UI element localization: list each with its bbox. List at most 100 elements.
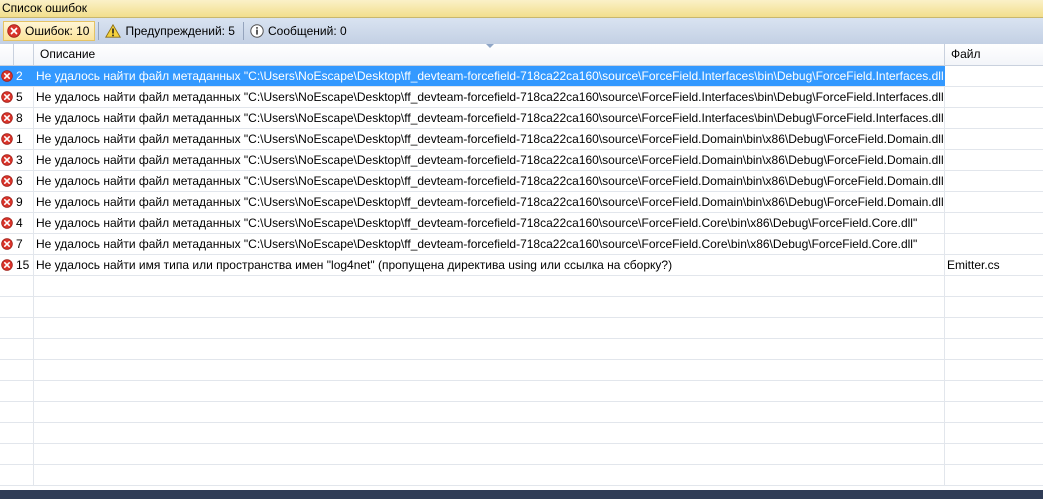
empty-cell [34,297,945,317]
column-header-file[interactable]: Файл [945,44,1043,65]
row-severity [0,213,14,233]
info-icon [250,24,264,38]
row-description: Не удалось найти файл метаданных "C:\Use… [34,108,945,128]
messages-filter-label: Сообщений: 0 [267,24,347,38]
row-file [945,66,1043,86]
empty-cell [34,444,945,464]
empty-cell [34,381,945,401]
column-header-icon[interactable] [0,44,14,65]
error-icon [7,24,21,38]
empty-cell [14,381,34,401]
row-description: Не удалось найти файл метаданных "C:\Use… [34,66,945,86]
toolbar-separator [242,22,244,40]
empty-cell [14,339,34,359]
error-icon [1,259,13,271]
table-row[interactable]: 1 Не удалось найти файл метаданных "C:\Us… [0,129,1043,150]
row-description: Не удалось найти файл метаданных "C:\Use… [34,234,945,254]
row-severity [0,150,14,170]
row-number: 9 [14,192,34,212]
column-header-description-label: Описание [40,47,96,61]
error-icon [1,112,13,124]
table-row[interactable]: 8 Не удалось найти файл метаданных "C:\Us… [0,108,1043,129]
error-icon [1,196,13,208]
row-number: 1 [14,129,34,149]
empty-cell [14,444,34,464]
error-icon [1,238,13,250]
empty-row [0,318,1043,339]
bottom-frame [0,490,1043,499]
error-list-grid[interactable]: 2 Не удалось найти файл метаданных "C:\Us… [0,66,1043,490]
empty-row [0,276,1043,297]
row-description: Не удалось найти имя типа или пространст… [34,255,945,275]
row-description: Не удалось найти файл метаданных "C:\Use… [34,192,945,212]
error-icon [1,154,13,166]
table-row[interactable]: 9 Не удалось найти файл метаданных "C:\Us… [0,192,1043,213]
empty-row [0,381,1043,402]
table-row[interactable]: 2 Не удалось найти файл метаданных "C:\Us… [0,66,1043,87]
row-file [945,213,1043,233]
row-file [945,129,1043,149]
row-description: Не удалось найти файл метаданных "C:\Use… [34,171,945,191]
table-row[interactable]: 6 Не удалось найти файл метаданных "C:\Us… [0,171,1043,192]
row-severity [0,171,14,191]
errors-filter-button[interactable]: Ошибок: 10 [3,21,96,41]
empty-cell [34,318,945,338]
row-description: Не удалось найти файл метаданных "C:\Use… [34,129,945,149]
error-icon [1,70,13,82]
row-description: Не удалось найти файл метаданных "C:\Use… [34,213,945,233]
row-file: Emitter.cs [947,258,1000,272]
warnings-filter-label: Предупреждений: 5 [125,24,235,38]
empty-cell [34,423,945,443]
toolbar: Ошибок: 10 Предупреждений: 5 Сообщений: … [0,18,1043,44]
warning-icon [105,24,122,38]
row-file [945,234,1043,254]
row-number: 8 [14,108,34,128]
table-row[interactable]: 15 Не удалось найти имя типа или простран… [0,255,1043,276]
row-severity [0,129,14,149]
empty-cell [14,276,34,296]
row-number: 7 [14,234,34,254]
empty-cell [14,465,34,485]
column-header-row: Описание Файл [0,44,1043,66]
empty-cell [34,339,945,359]
column-header-number[interactable] [14,44,34,65]
empty-cell [34,360,945,380]
table-row[interactable]: 5 Не удалось найти файл метаданных "C:\Us… [0,87,1043,108]
errors-filter-label: Ошибок: 10 [25,24,90,38]
empty-cell [34,276,945,296]
sort-indicator-icon [486,44,494,48]
toolbar-separator [98,22,100,40]
window-title: Список ошибок [0,0,1043,18]
row-file [945,87,1043,107]
warnings-filter-button[interactable]: Предупреждений: 5 [102,21,240,41]
row-number: 2 [14,66,34,86]
empty-cell [14,318,34,338]
empty-cell [14,402,34,422]
empty-row [0,339,1043,360]
empty-cell [14,423,34,443]
row-severity [0,255,14,275]
table-row[interactable]: 4 Не удалось найти файл метаданных "C:\Us… [0,213,1043,234]
error-icon [1,217,13,229]
table-row[interactable]: 7 Не удалось найти файл метаданных "C:\Us… [0,234,1043,255]
row-severity [0,87,14,107]
empty-row [0,423,1043,444]
row-file [945,108,1043,128]
empty-row [0,444,1043,465]
row-file [945,150,1043,170]
table-row[interactable]: 3 Не удалось найти файл метаданных "C:\Us… [0,150,1043,171]
row-file [945,192,1043,212]
empty-row [0,297,1043,318]
row-number: 5 [14,87,34,107]
empty-row [0,465,1043,486]
row-description: Не удалось найти файл метаданных "C:\Use… [34,87,945,107]
row-severity [0,108,14,128]
messages-filter-button[interactable]: Сообщений: 0 [247,21,352,41]
row-number: 4 [14,213,34,233]
column-header-file-label: Файл [951,47,981,61]
empty-row [0,360,1043,381]
empty-cell [34,402,945,422]
row-number: 6 [14,171,34,191]
error-icon [1,133,13,145]
row-number: 3 [14,150,34,170]
